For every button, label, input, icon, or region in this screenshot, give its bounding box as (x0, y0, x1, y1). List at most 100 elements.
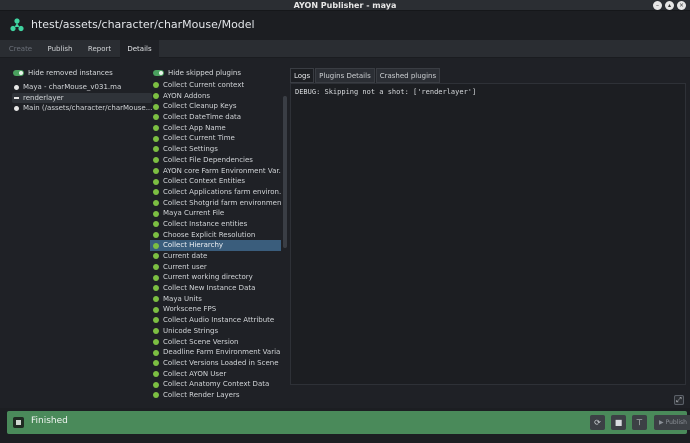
footer: Finished ⟳ ■ ⊤ ▶ Publish (0, 408, 690, 443)
plugin-label: Collect Anatomy Context Data (163, 380, 270, 389)
plugin-item[interactable]: Collect Instance entities (150, 219, 281, 230)
plugin-label: Maya Units (163, 294, 202, 303)
plugin-status-icon (153, 381, 159, 388)
plugin-label: Collect Render Layers (163, 390, 240, 399)
plugin-item[interactable]: Choose Explicit Resolution (150, 230, 281, 241)
plugin-label: Collect App Name (163, 123, 226, 132)
hide-skipped-switch[interactable] (153, 70, 164, 76)
tab-report[interactable]: Report (81, 40, 118, 58)
hide-removed-switch[interactable] (13, 70, 24, 76)
maximize-icon[interactable]: ▴ (665, 1, 674, 10)
plugin-label: Current working directory (163, 273, 253, 282)
validate-icon[interactable]: ⊤ (632, 415, 647, 430)
expand-icon[interactable]: ⤢ (674, 395, 684, 405)
instance-label: renderlayer (23, 93, 64, 102)
plugin-status-icon (153, 199, 159, 206)
plugin-status-icon (153, 231, 159, 238)
plugin-label: Collect New Instance Data (163, 284, 256, 293)
plugin-status-icon (153, 189, 159, 196)
plugin-item[interactable]: Current working directory (150, 272, 281, 283)
plugin-label: Collect Applications farm environ... (163, 187, 281, 196)
tab-crashed-plugins[interactable]: Crashed plugins (375, 68, 441, 83)
tab-plugins-details[interactable]: Plugins Details (315, 68, 375, 83)
plugin-item[interactable]: Current user (150, 262, 281, 273)
context-path: htest/assets/character/charMouse/Model (31, 18, 255, 31)
instance-label: Maya - charMouse_v031.ma (23, 83, 122, 91)
plugin-label: Collect Instance entities (163, 219, 248, 228)
plugin-label: Maya Current File (163, 209, 225, 218)
plugin-status-icon (153, 210, 159, 217)
plugin-item[interactable]: Collect Hierarchy (150, 240, 281, 251)
publish-button[interactable]: ▶ Publish (654, 415, 690, 430)
plugin-item[interactable]: Collect Settings (150, 144, 281, 155)
plugin-item[interactable]: Collect Context Entities (150, 176, 281, 187)
plugin-status-icon (153, 285, 159, 292)
plugin-label: Current user (163, 262, 207, 271)
instance-item[interactable]: Main (/assets/character/charMouse... (12, 103, 152, 114)
plugin-label: AYON core Farm Environment Var... (163, 166, 281, 175)
plugin-status-icon (153, 370, 159, 377)
plugin-item[interactable]: Collect App Name (150, 123, 281, 134)
plugin-status-icon (153, 264, 159, 271)
plugin-item[interactable]: Unicode Strings (150, 326, 281, 337)
instance-item[interactable]: renderlayer (12, 92, 152, 103)
plugin-label: Collect File Dependencies (163, 155, 253, 164)
plugin-label: Collect Hierarchy (163, 241, 224, 250)
instance-dash-icon (14, 97, 19, 99)
plugin-item[interactable]: Collect Versions Loaded in Scene (150, 358, 281, 369)
close-icon[interactable]: × (677, 1, 686, 10)
hide-removed-label: Hide removed instances (28, 69, 113, 77)
plugin-item[interactable]: Maya Units (150, 294, 281, 305)
plugin-status-icon (153, 392, 159, 399)
instance-item[interactable]: Maya - charMouse_v031.ma (12, 82, 152, 93)
plugin-item[interactable]: Maya Current File (150, 208, 281, 219)
plugin-label: Collect AYON User (163, 369, 227, 378)
plugin-item[interactable]: Collect Shotgrid farm environmen... (150, 198, 281, 209)
plugin-label: Current date (163, 252, 208, 260)
plugin-item[interactable]: Collect Anatomy Context Data (150, 379, 281, 390)
plugin-status-icon (153, 103, 159, 110)
publisher-header: htest/assets/character/charMouse/Model (0, 11, 690, 40)
plugin-item[interactable]: Collect Cleanup Keys (150, 101, 281, 112)
plugin-label: Collect Settings (163, 145, 218, 154)
plugin-status-icon (153, 93, 159, 100)
log-line: DEBUG: Skipping not a shot: ['renderlaye… (295, 88, 477, 96)
tab-publish[interactable]: Publish (41, 40, 79, 58)
status-bar: Finished ⟳ ■ ⊤ ▶ Publish (7, 411, 690, 434)
status-text: Finished (31, 416, 68, 426)
details-view: Hide removed instances Maya - charMouse_… (0, 58, 690, 408)
plugin-item[interactable]: Collect Audio Instance Attribute (150, 315, 281, 326)
plugin-status-icon (153, 317, 159, 324)
hide-removed-toggle-row[interactable]: Hide removed instances (13, 69, 113, 77)
minimize-icon[interactable]: – (653, 1, 662, 10)
plugin-item[interactable]: Collect Render Layers (150, 390, 281, 400)
plugin-item[interactable]: Collect DateTime data (150, 112, 281, 123)
plugin-item[interactable]: Collect New Instance Data (150, 283, 281, 294)
plugin-item[interactable]: AYON Addons (150, 91, 281, 102)
plugin-status-icon (153, 146, 159, 153)
plugin-item[interactable]: AYON core Farm Environment Var... (150, 166, 281, 177)
instance-label: Main (/assets/character/charMouse... (23, 104, 152, 112)
stop-icon[interactable]: ■ (611, 415, 626, 430)
plugin-item[interactable]: Collect Scene Version (150, 337, 281, 348)
plugin-item[interactable]: Deadline Farm Environment Varia... (150, 347, 281, 358)
tab-create[interactable]: Create (0, 40, 41, 58)
instance-dot-icon (14, 84, 19, 90)
hide-skipped-toggle-row[interactable]: Hide skipped plugins (153, 69, 241, 77)
plugin-status-icon (153, 167, 159, 174)
plugin-item[interactable]: Current date (150, 251, 281, 262)
log-pane[interactable]: DEBUG: Skipping not a shot: ['renderlaye… (290, 83, 686, 385)
tab-details[interactable]: Details (120, 40, 159, 58)
plugin-item[interactable]: Collect Current Time (150, 133, 281, 144)
plugin-item[interactable]: Collect File Dependencies (150, 155, 281, 166)
tab-logs[interactable]: Logs (290, 68, 315, 83)
plugin-item[interactable]: Collect AYON User (150, 369, 281, 380)
plugins-scrollbar[interactable] (283, 96, 287, 248)
plugin-item[interactable]: Collect Applications farm environ... (150, 187, 281, 198)
plugin-item[interactable]: Workscene FPS (150, 304, 281, 315)
plugin-label: Collect Shotgrid farm environmen... (163, 198, 281, 207)
refresh-icon[interactable]: ⟳ (590, 415, 605, 430)
instances-list: Maya - charMouse_v031.ma renderlayer Mai… (12, 82, 152, 114)
main-tabs: Create Publish Report Details (0, 40, 690, 58)
plugin-item[interactable]: Collect Current context (150, 80, 281, 91)
